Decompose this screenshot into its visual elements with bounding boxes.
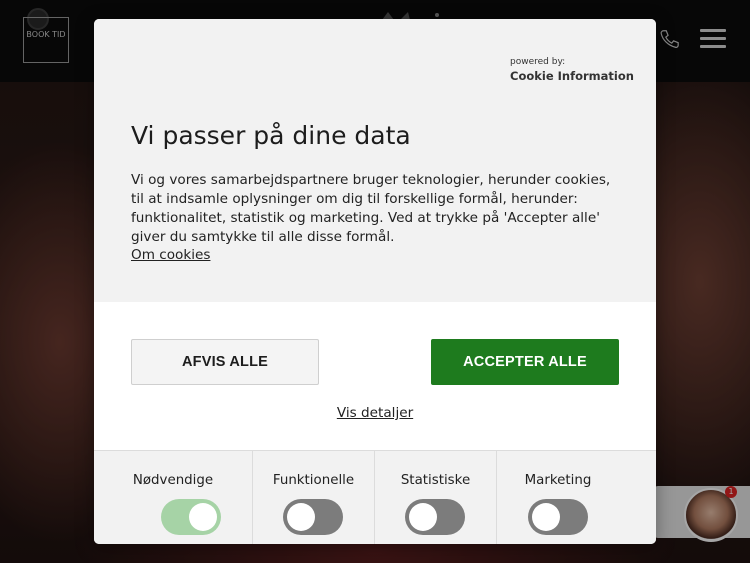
powered-by-brand[interactable]: Cookie Information	[510, 69, 634, 83]
category-statistics: Statistiske	[375, 451, 497, 544]
statistics-toggle[interactable]	[405, 499, 465, 535]
category-label: Nødvendige	[132, 473, 214, 488]
powered-by-label: powered by:	[510, 57, 566, 67]
toggle-knob	[409, 503, 437, 531]
consent-categories: Nødvendige Funktionelle Statistiske Mark…	[94, 450, 656, 544]
decline-all-button[interactable]: AFVIS ALLE	[131, 339, 319, 385]
show-details-link[interactable]: Vis detaljer	[94, 405, 656, 421]
category-marketing: Marketing	[497, 451, 656, 544]
necessary-toggle[interactable]	[161, 499, 221, 535]
marketing-toggle[interactable]	[528, 499, 588, 535]
category-label: Marketing	[524, 473, 592, 488]
dialog-title: Vi passer på dine data	[131, 121, 411, 150]
category-label: Funktionelle	[272, 473, 355, 488]
about-cookies-link[interactable]: Om cookies	[131, 247, 210, 263]
toggle-knob	[189, 503, 217, 531]
toggle-knob	[287, 503, 315, 531]
category-functional: Funktionelle	[253, 451, 375, 544]
cookie-consent-dialog: powered by: Cookie Information Vi passer…	[94, 19, 656, 544]
category-necessary: Nødvendige	[94, 451, 253, 544]
accept-all-button[interactable]: ACCEPTER ALLE	[431, 339, 619, 385]
toggle-knob	[532, 503, 560, 531]
functional-toggle[interactable]	[283, 499, 343, 535]
category-label: Statistiske	[400, 473, 471, 488]
dialog-description: Vi og vores samarbejdspartnere bruger te…	[131, 172, 611, 245]
